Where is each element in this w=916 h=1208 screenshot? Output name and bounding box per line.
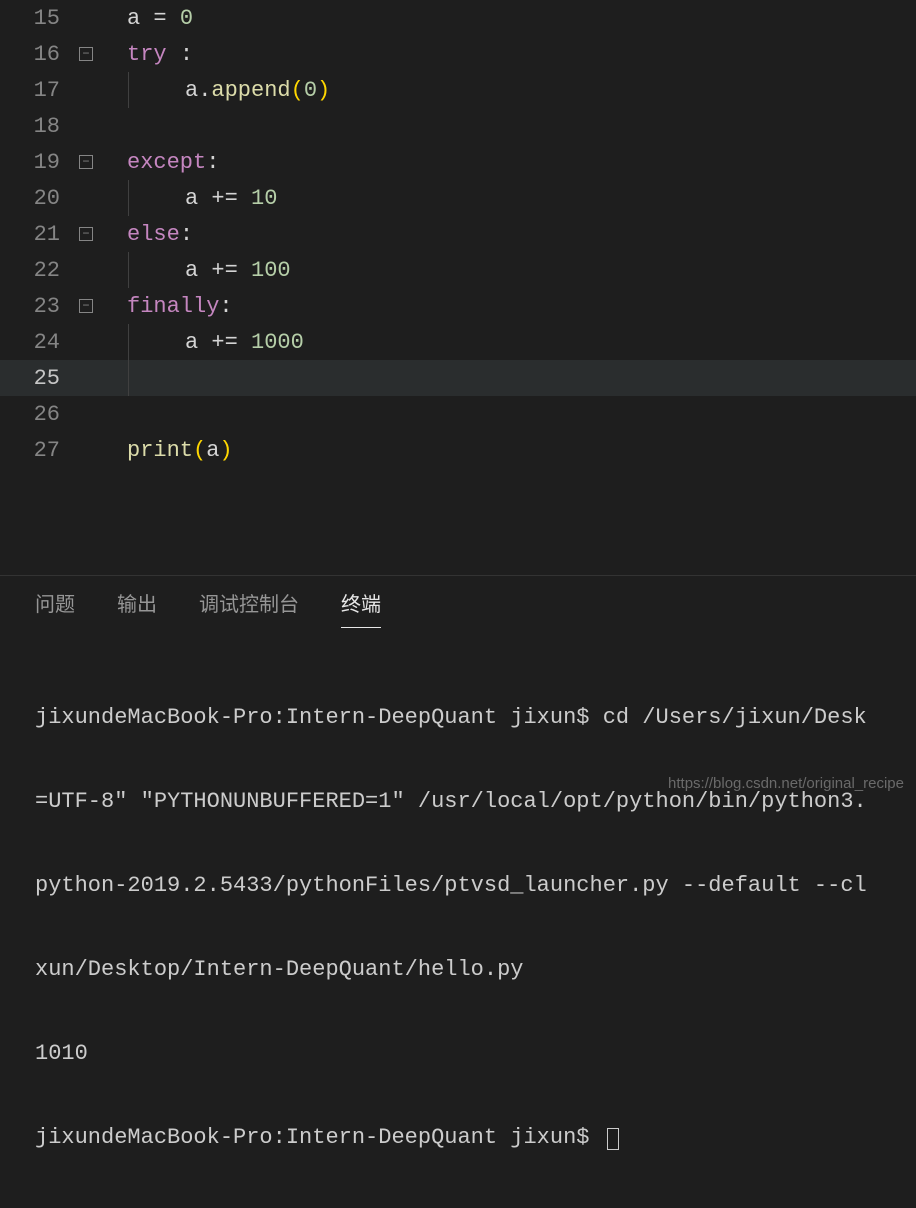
tab-debug-console[interactable]: 调试控制台 [199,588,299,628]
fold-gutter[interactable]: − [75,47,97,61]
token-var: a [185,186,198,211]
token-keyword: try [127,42,167,67]
tab-terminal[interactable]: 终端 [341,588,381,628]
token-var: a [185,258,198,283]
line-number: 16 [0,42,75,67]
collapse-icon[interactable]: − [79,47,93,61]
token-colon: : [180,222,193,247]
token-var: a [185,330,198,355]
token-var: a [127,6,140,31]
line-number: 15 [0,6,75,31]
terminal-prompt-line: jixundeMacBook-Pro:Intern-DeepQuant jixu… [35,1124,881,1152]
token-num: 0 [180,6,193,31]
fold-gutter[interactable]: − [75,155,97,169]
token-keyword: finally [127,294,219,319]
fold-gutter[interactable]: − [75,227,97,241]
token-num: 10 [251,186,277,211]
code-content[interactable]: except: [97,150,219,175]
fold-gutter[interactable]: − [75,299,97,313]
token-colon: : [219,294,232,319]
code-line[interactable]: 23 − finally: [0,288,916,324]
terminal-content[interactable]: jixundeMacBook-Pro:Intern-DeepQuant jixu… [0,628,916,1208]
code-line[interactable]: 26 [0,396,916,432]
watermark-text: https://blog.csdn.net/original_recipe [668,775,904,792]
code-content[interactable]: finally: [97,294,233,319]
token-num: 100 [251,258,291,283]
code-line[interactable]: 24 a += 1000 [0,324,916,360]
token-func: append [211,78,290,103]
code-content[interactable]: a.append(0) [97,78,330,103]
editor-blank-space[interactable] [0,468,916,568]
code-content[interactable]: try : [97,42,193,67]
tab-output[interactable]: 输出 [117,588,157,628]
token-colon: : [180,42,193,67]
line-number: 25 [0,366,75,391]
line-number: 24 [0,330,75,355]
panel-tabs: 问题 输出 调试控制台 终端 [0,576,916,628]
token-op: += [198,330,251,355]
code-line[interactable]: 22 a += 100 [0,252,916,288]
token-op: += [198,258,251,283]
terminal-line: python-2019.2.5433/pythonFiles/ptvsd_lau… [35,872,881,900]
code-line-active[interactable]: 25 [0,360,916,396]
token-dot: . [198,78,211,103]
indent-guide [128,360,129,396]
token-op: = [140,6,180,31]
token-keyword: else [127,222,180,247]
code-content[interactable]: a += 100 [97,258,291,283]
code-line[interactable]: 21 − else: [0,216,916,252]
code-content[interactable]: a = 0 [97,6,193,31]
code-content[interactable]: else: [97,222,193,247]
line-number: 20 [0,186,75,211]
indent-guide [128,180,129,216]
code-line[interactable]: 20 a += 10 [0,180,916,216]
collapse-icon[interactable]: − [79,227,93,241]
collapse-icon[interactable]: − [79,155,93,169]
line-number: 22 [0,258,75,283]
code-content[interactable]: a += 10 [97,186,277,211]
collapse-icon[interactable]: − [79,299,93,313]
code-line[interactable]: 27 print(a) [0,432,916,468]
token-colon: : [206,150,219,175]
code-line[interactable]: 16 − try : [0,36,916,72]
line-number: 21 [0,222,75,247]
line-number: 18 [0,114,75,139]
indent-guide [128,252,129,288]
terminal-line: xun/Desktop/Intern-DeepQuant/hello.py [35,956,881,984]
code-content[interactable]: print(a) [97,438,233,463]
token-keyword: except [127,150,206,175]
code-line[interactable]: 17 a.append(0) [0,72,916,108]
line-number: 26 [0,402,75,427]
token-paren: ( [291,78,304,103]
cursor-icon [607,1128,619,1150]
token-paren: ) [317,78,330,103]
code-editor[interactable]: 15 a = 0 16 − try : 17 a.append(0) 18 19… [0,0,916,575]
token-paren: ( [193,438,206,463]
terminal-line: =UTF-8" "PYTHONUNBUFFERED=1" /usr/local/… [35,788,881,816]
token-paren: ) [219,438,232,463]
token-var: a [185,78,198,103]
terminal-line: jixundeMacBook-Pro:Intern-DeepQuant jixu… [35,704,881,732]
line-number: 19 [0,150,75,175]
code-line[interactable]: 15 a = 0 [0,0,916,36]
line-number: 27 [0,438,75,463]
indent-guide [128,72,129,108]
tab-problems[interactable]: 问题 [35,588,75,628]
token-num: 1000 [251,330,304,355]
indent-guide [128,324,129,360]
token-var: a [206,438,219,463]
line-number: 17 [0,78,75,103]
token-func: print [127,438,193,463]
token-num: 0 [304,78,317,103]
line-number: 23 [0,294,75,319]
code-line[interactable]: 18 [0,108,916,144]
code-line[interactable]: 19 − except: [0,144,916,180]
terminal-line: 1010 [35,1040,881,1068]
token-op: += [198,186,251,211]
